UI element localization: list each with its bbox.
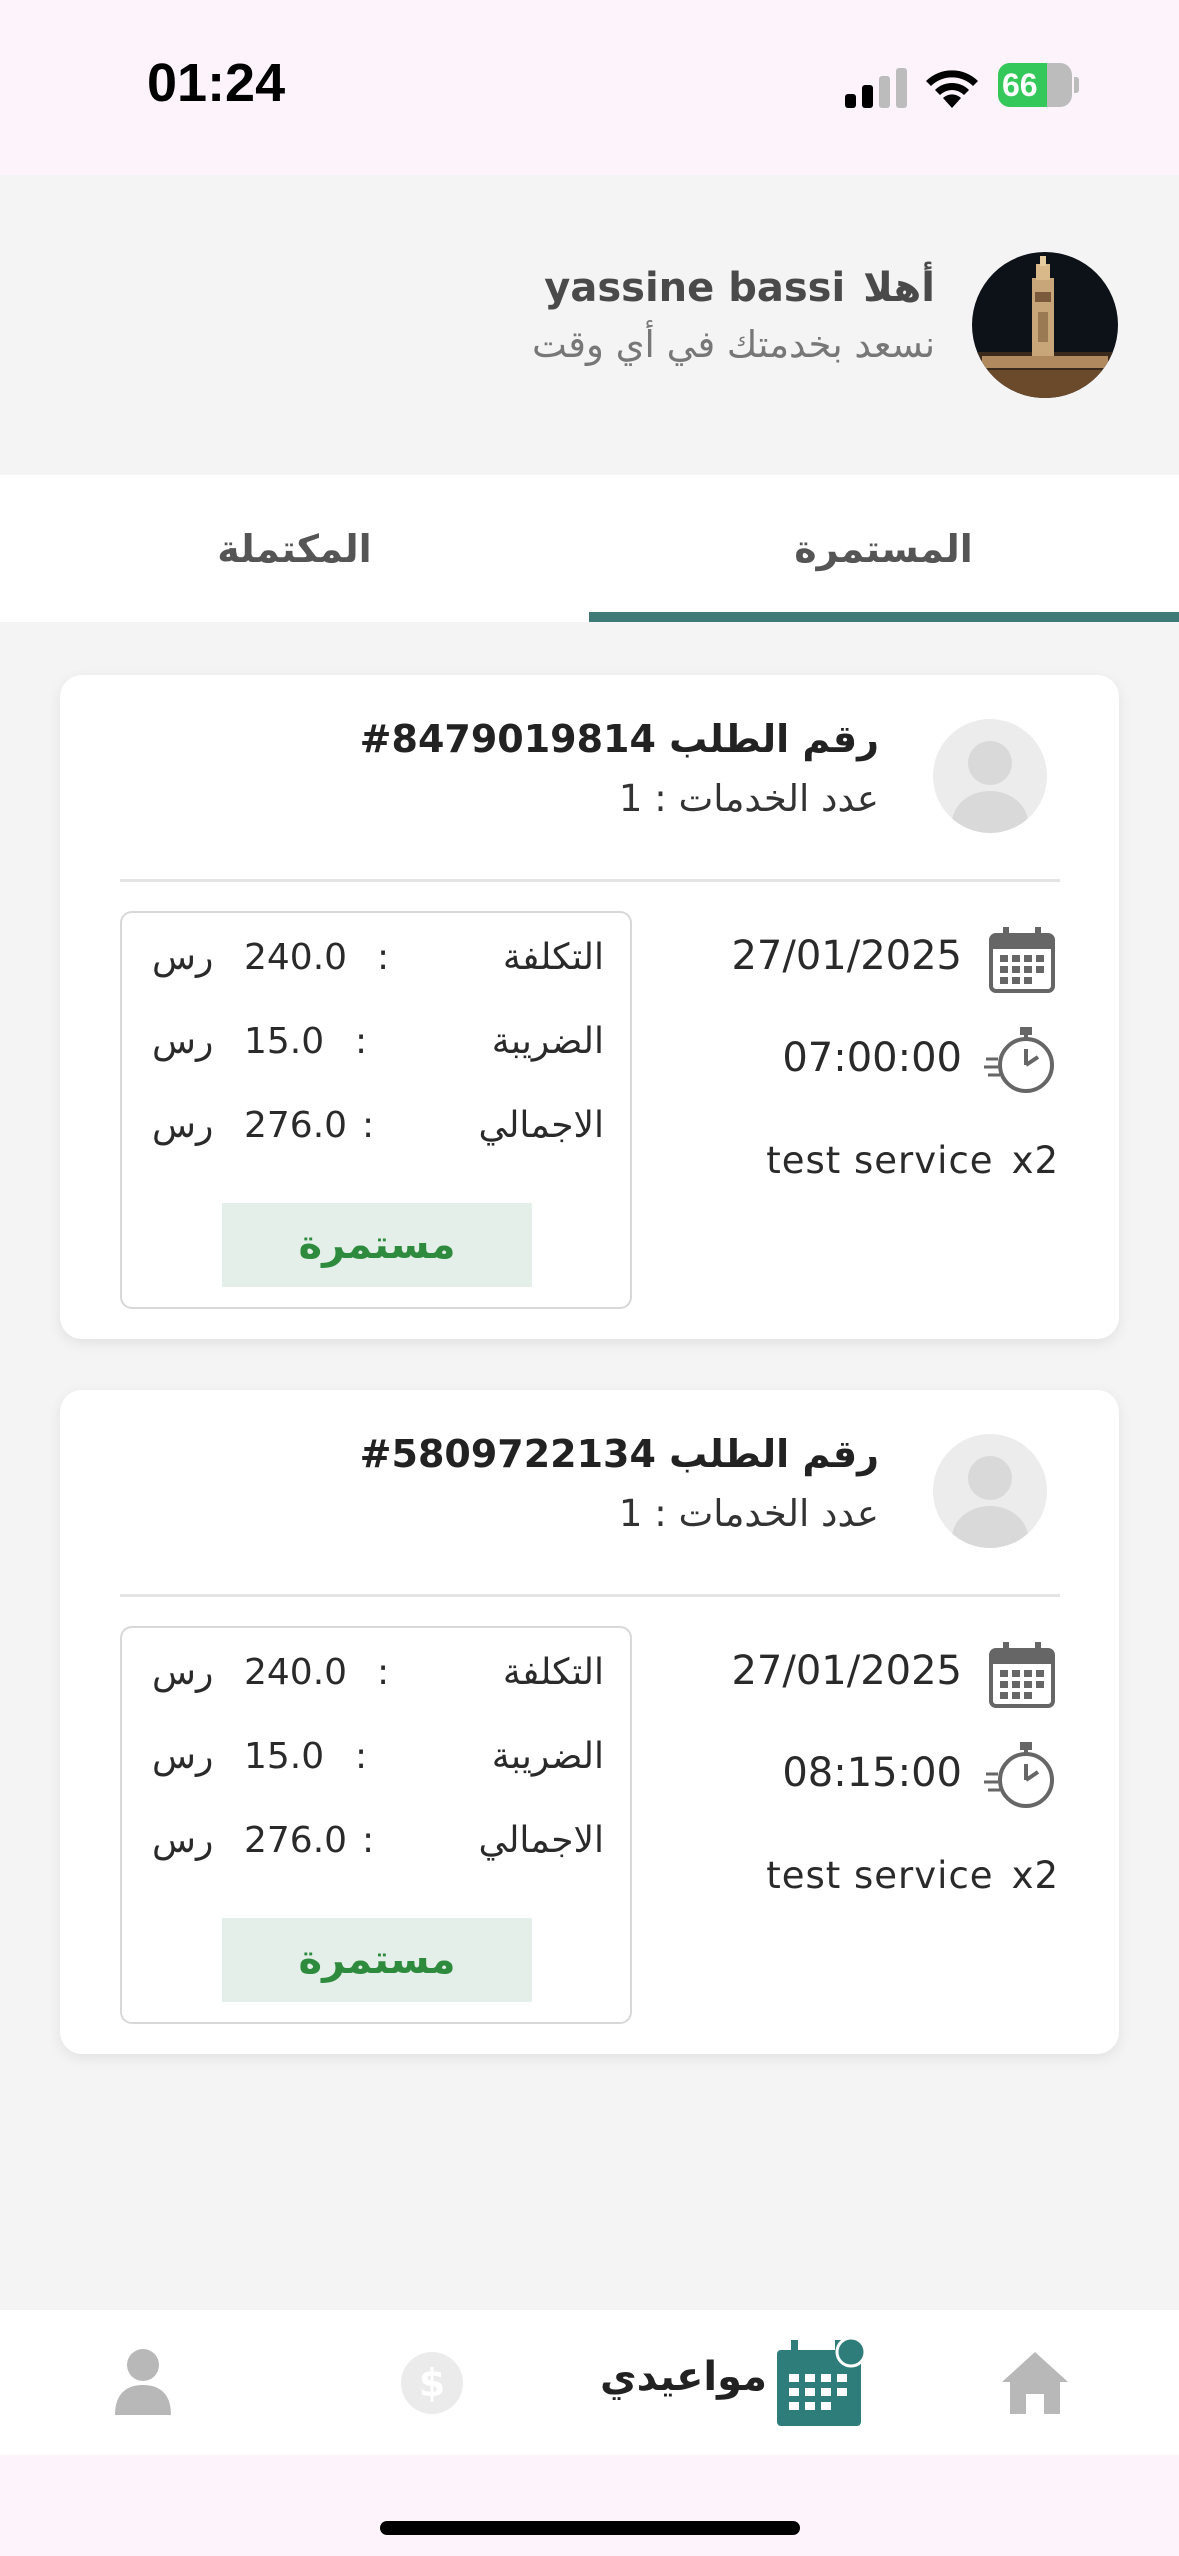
provider-avatar (933, 719, 1047, 833)
order-number: #8479019814 (359, 717, 656, 761)
stopwatch-icon (984, 1027, 1054, 1093)
home-icon[interactable] (1000, 2350, 1070, 2416)
appointment-date: 27/01/2025 (731, 1648, 962, 1694)
battery-charging-icon: 66 (998, 63, 1079, 107)
greeting-subtitle: نسعد بخدمتك في أي وقت (531, 323, 935, 366)
status-bar: 01:24 66 (0, 0, 1179, 175)
cost-label: التكلفة (502, 1652, 604, 1693)
calendar-icon (989, 1642, 1055, 1708)
service-name: test service (766, 1139, 994, 1182)
appointment-time: 07:00:00 (782, 1035, 962, 1081)
tab-completed[interactable]: المكتملة (0, 475, 589, 622)
cost-value: 240.0 (244, 1652, 348, 1693)
services-count: 1 (618, 1492, 643, 1535)
avatar[interactable] (972, 252, 1118, 398)
currency: رس (152, 1820, 214, 1861)
cost-row: التكلفة : 240.0 رس (152, 937, 604, 978)
tax-label: الضريبة (491, 1736, 604, 1777)
total-value: 276.0 (244, 1105, 348, 1146)
provider-avatar (933, 1434, 1047, 1548)
service-line: test service x2 (766, 1854, 1059, 1897)
tax-value: 15.0 (244, 1021, 325, 1062)
total-label: الاجمالي (478, 1105, 604, 1146)
dollar-icon[interactable]: $ (400, 2351, 464, 2415)
calendar-icon (989, 927, 1055, 993)
total-row: الاجمالي : 276.0 رس (152, 1820, 604, 1861)
home-indicator[interactable] (380, 2521, 800, 2535)
total-row: الاجمالي : 276.0 رس (152, 1105, 604, 1146)
services-count: 1 (618, 777, 643, 820)
order-label: رقم الطلب (669, 717, 879, 761)
person-placeholder-icon (952, 741, 1028, 833)
order-number-line: رقم الطلب #8479019814 (360, 717, 879, 761)
person-icon[interactable] (113, 2347, 173, 2415)
calendar-icon[interactable] (775, 2338, 867, 2428)
header: أهلا yassine bassi نسعد بخدمتك في أي وقت (0, 175, 1179, 475)
service-line: test service x2 (766, 1139, 1059, 1182)
appointment-date: 27/01/2025 (731, 933, 962, 979)
status-badge: مستمرة (222, 1203, 532, 1287)
services-label: عدد الخدمات (678, 777, 879, 820)
status-badge: مستمرة (222, 1918, 532, 2002)
services-label: عدد الخدمات (678, 1492, 879, 1535)
order-label: رقم الطلب (669, 1432, 879, 1476)
nav-appointments-label[interactable]: مواعيدي (600, 2354, 767, 2400)
currency: رس (152, 1736, 214, 1777)
total-label: الاجمالي (478, 1820, 604, 1861)
order-card[interactable]: رقم الطلب #8479019814 عدد الخدمات : 1 ال… (60, 675, 1119, 1339)
battery-level: 66 (1002, 67, 1038, 103)
cost-row: التكلفة : 240.0 رس (152, 1652, 604, 1693)
stopwatch-icon (984, 1742, 1054, 1808)
appointment-time: 08:15:00 (782, 1750, 962, 1796)
card-divider (120, 879, 1060, 882)
svg-text:$: $ (419, 2361, 445, 2405)
tax-row: الضريبة : 15.0 رس (152, 1021, 604, 1062)
tax-value: 15.0 (244, 1736, 325, 1777)
currency: رس (152, 1105, 214, 1146)
cost-value: 240.0 (244, 937, 348, 978)
currency: رس (152, 937, 214, 978)
home-indicator-area (0, 2455, 1179, 2556)
bottom-nav: مواعيدي $ (0, 2310, 1179, 2455)
service-qty: x2 (1011, 1139, 1059, 1182)
cost-summary: التكلفة : 240.0 رس الضريبة : 15.0 رس الا… (120, 911, 632, 1309)
total-value: 276.0 (244, 1820, 348, 1861)
greeting: أهلا yassine bassi (544, 265, 935, 311)
cost-label: التكلفة (502, 937, 604, 978)
wifi-icon (926, 70, 978, 108)
tab-ongoing[interactable]: المستمرة (589, 475, 1178, 622)
tax-label: الضريبة (491, 1021, 604, 1062)
cellular-signal-icon (845, 68, 907, 108)
currency: رس (152, 1652, 214, 1693)
status-time: 01:24 (147, 53, 286, 113)
active-tab-indicator (589, 612, 1179, 622)
order-card[interactable]: رقم الطلب #5809722134 عدد الخدمات : 1 ال… (60, 1390, 1119, 2054)
person-placeholder-icon (952, 1456, 1028, 1548)
cost-summary: التكلفة : 240.0 رس الضريبة : 15.0 رس الا… (120, 1626, 632, 2024)
currency: رس (152, 1021, 214, 1062)
tax-row: الضريبة : 15.0 رس (152, 1736, 604, 1777)
services-count-line: عدد الخدمات : 1 (618, 1492, 879, 1535)
order-number: #5809722134 (359, 1432, 656, 1476)
tower-photo-icon (972, 252, 1118, 398)
services-count-line: عدد الخدمات : 1 (618, 777, 879, 820)
card-divider (120, 1594, 1060, 1597)
service-name: test service (766, 1854, 994, 1897)
tab-bar: المستمرة المكتملة (0, 475, 1179, 622)
service-qty: x2 (1011, 1854, 1059, 1897)
user-name: yassine bassi (544, 265, 846, 311)
order-number-line: رقم الطلب #5809722134 (360, 1432, 879, 1476)
greeting-word: أهلا (863, 265, 935, 311)
